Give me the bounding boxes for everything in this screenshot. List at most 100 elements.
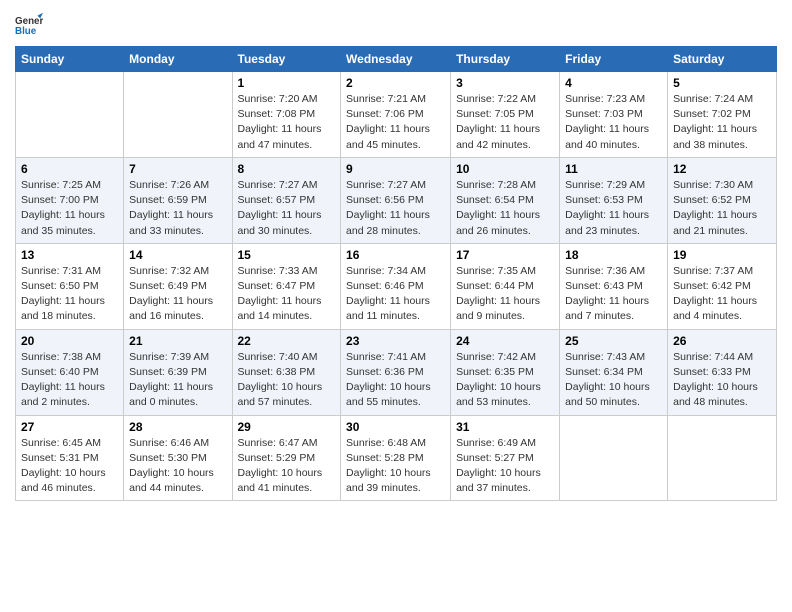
day-info: Sunrise: 7:39 AMSunset: 6:39 PMDaylight:… [129, 350, 226, 411]
calendar-cell: 6 Sunrise: 7:25 AMSunset: 7:00 PMDaylight… [16, 157, 124, 243]
week-row-2: 6 Sunrise: 7:25 AMSunset: 7:00 PMDaylight… [16, 157, 777, 243]
day-number: 23 [346, 334, 445, 348]
day-info: Sunrise: 7:41 AMSunset: 6:36 PMDaylight:… [346, 350, 445, 411]
day-info: Sunrise: 7:30 AMSunset: 6:52 PMDaylight:… [673, 178, 771, 239]
calendar-cell: 8Sunrise: 7:27 AMSunset: 6:57 PMDaylight… [232, 157, 341, 243]
day-info: Sunrise: 7:44 AMSunset: 6:33 PMDaylight:… [673, 350, 771, 411]
day-number: 9 [346, 162, 445, 176]
calendar-cell: 7Sunrise: 7:26 AMSunset: 6:59 PMDaylight… [124, 157, 232, 243]
day-number: 13 [21, 248, 118, 262]
day-number: 16 [346, 248, 445, 262]
day-info: Sunrise: 7:32 AMSunset: 6:49 PMDaylight:… [129, 264, 226, 325]
day-number: 11 [565, 162, 662, 176]
week-row-1: 1 Sunrise: 7:20 AMSunset: 7:08 PMDaylight… [16, 72, 777, 158]
calendar-cell: 16 Sunrise: 7:34 AMSunset: 6:46 PMDayligh… [341, 243, 451, 329]
day-number: 21 [129, 334, 226, 348]
day-number: 30 [346, 420, 445, 434]
day-number: 22 [238, 334, 336, 348]
day-info: Sunrise: 6:49 AMSunset: 5:27 PMDaylight:… [456, 436, 554, 497]
day-number: 10 [456, 162, 554, 176]
day-number: 12 [673, 162, 771, 176]
calendar-cell: 15Sunrise: 7:33 AMSunset: 6:47 PMDayligh… [232, 243, 341, 329]
header-cell-wednesday: Wednesday [341, 47, 451, 72]
day-info: Sunrise: 7:38 AMSunset: 6:40 PMDaylight:… [21, 350, 118, 411]
calendar-cell: 29 Sunrise: 6:47 AMSunset: 5:29 PMDayligh… [232, 415, 341, 501]
day-number: 18 [565, 248, 662, 262]
calendar-cell: 3 Sunrise: 7:22 AMSunset: 7:05 PMDaylight… [451, 72, 560, 158]
day-number: 29 [238, 420, 336, 434]
day-info: Sunrise: 7:25 AMSunset: 7:00 PMDaylight:… [21, 178, 118, 239]
header: General Blue [15, 10, 777, 38]
week-row-5: 27Sunrise: 6:45 AMSunset: 5:31 PMDayligh… [16, 415, 777, 501]
day-info: Sunrise: 7:21 AMSunset: 7:06 PMDaylight:… [346, 92, 445, 153]
day-number: 26 [673, 334, 771, 348]
day-info: Sunrise: 7:29 AMSunset: 6:53 PMDaylight:… [565, 178, 662, 239]
header-cell-tuesday: Tuesday [232, 47, 341, 72]
calendar-cell: 11 Sunrise: 7:29 AMSunset: 6:53 PMDayligh… [560, 157, 668, 243]
day-info: Sunrise: 6:47 AMSunset: 5:29 PMDaylight:… [238, 436, 336, 497]
header-cell-friday: Friday [560, 47, 668, 72]
logo-icon: General Blue [15, 10, 43, 38]
calendar-cell: 2 Sunrise: 7:21 AMSunset: 7:06 PMDaylight… [341, 72, 451, 158]
day-info: Sunrise: 7:20 AMSunset: 7:08 PMDaylight:… [238, 92, 336, 153]
calendar-cell: 1 Sunrise: 7:20 AMSunset: 7:08 PMDaylight… [232, 72, 341, 158]
calendar-cell: 18 Sunrise: 7:36 AMSunset: 6:43 PMDayligh… [560, 243, 668, 329]
day-number: 28 [129, 420, 226, 434]
day-info: Sunrise: 7:28 AMSunset: 6:54 PMDaylight:… [456, 178, 554, 239]
calendar-cell: 14 Sunrise: 7:32 AMSunset: 6:49 PMDayligh… [124, 243, 232, 329]
day-info: Sunrise: 7:36 AMSunset: 6:43 PMDaylight:… [565, 264, 662, 325]
calendar-cell: 22 Sunrise: 7:40 AMSunset: 6:38 PMDayligh… [232, 329, 341, 415]
day-info: Sunrise: 7:23 AMSunset: 7:03 PMDaylight:… [565, 92, 662, 153]
calendar-cell: 23 Sunrise: 7:41 AMSunset: 6:36 PMDayligh… [341, 329, 451, 415]
calendar-cell: 26 Sunrise: 7:44 AMSunset: 6:33 PMDayligh… [668, 329, 777, 415]
day-number: 25 [565, 334, 662, 348]
calendar-cell: 9Sunrise: 7:27 AMSunset: 6:56 PMDaylight… [341, 157, 451, 243]
svg-text:Blue: Blue [15, 26, 37, 37]
calendar-cell: 19 Sunrise: 7:37 AMSunset: 6:42 PMDayligh… [668, 243, 777, 329]
day-number: 19 [673, 248, 771, 262]
day-info: Sunrise: 7:42 AMSunset: 6:35 PMDaylight:… [456, 350, 554, 411]
calendar-cell: 31Sunrise: 6:49 AMSunset: 5:27 PMDayligh… [451, 415, 560, 501]
calendar-cell: 20 Sunrise: 7:38 AMSunset: 6:40 PMDayligh… [16, 329, 124, 415]
day-number: 5 [673, 76, 771, 90]
day-number: 3 [456, 76, 554, 90]
day-number: 1 [238, 76, 336, 90]
day-info: Sunrise: 7:34 AMSunset: 6:46 PMDaylight:… [346, 264, 445, 325]
day-info: Sunrise: 7:24 AMSunset: 7:02 PMDaylight:… [673, 92, 771, 153]
day-number: 14 [129, 248, 226, 262]
calendar-cell: 12 Sunrise: 7:30 AMSunset: 6:52 PMDayligh… [668, 157, 777, 243]
calendar-cell: 5 Sunrise: 7:24 AMSunset: 7:02 PMDaylight… [668, 72, 777, 158]
calendar-cell: 27Sunrise: 6:45 AMSunset: 5:31 PMDayligh… [16, 415, 124, 501]
day-info: Sunrise: 7:37 AMSunset: 6:42 PMDaylight:… [673, 264, 771, 325]
header-cell-saturday: Saturday [668, 47, 777, 72]
calendar-header-row: SundayMondayTuesdayWednesdayThursdayFrid… [16, 47, 777, 72]
day-number: 6 [21, 162, 118, 176]
day-info: Sunrise: 6:45 AMSunset: 5:31 PMDaylight:… [21, 436, 118, 497]
calendar-body: 1 Sunrise: 7:20 AMSunset: 7:08 PMDaylight… [16, 72, 777, 501]
calendar-cell: 4Sunrise: 7:23 AMSunset: 7:03 PMDaylight… [560, 72, 668, 158]
calendar-cell: 25 Sunrise: 7:43 AMSunset: 6:34 PMDayligh… [560, 329, 668, 415]
day-info: Sunrise: 7:31 AMSunset: 6:50 PMDaylight:… [21, 264, 118, 325]
day-number: 20 [21, 334, 118, 348]
week-row-4: 20 Sunrise: 7:38 AMSunset: 6:40 PMDayligh… [16, 329, 777, 415]
logo: General Blue [15, 10, 47, 38]
calendar-cell: 10 Sunrise: 7:28 AMSunset: 6:54 PMDayligh… [451, 157, 560, 243]
page-container: General Blue SundayMondayTuesdayWednesda… [0, 0, 792, 516]
day-info: Sunrise: 7:43 AMSunset: 6:34 PMDaylight:… [565, 350, 662, 411]
header-cell-monday: Monday [124, 47, 232, 72]
calendar-cell [668, 415, 777, 501]
header-cell-sunday: Sunday [16, 47, 124, 72]
calendar-cell: 24 Sunrise: 7:42 AMSunset: 6:35 PMDayligh… [451, 329, 560, 415]
calendar-cell: 28 Sunrise: 6:46 AMSunset: 5:30 PMDayligh… [124, 415, 232, 501]
day-info: Sunrise: 7:22 AMSunset: 7:05 PMDaylight:… [456, 92, 554, 153]
day-info: Sunrise: 6:48 AMSunset: 5:28 PMDaylight:… [346, 436, 445, 497]
day-number: 2 [346, 76, 445, 90]
day-info: Sunrise: 7:26 AMSunset: 6:59 PMDaylight:… [129, 178, 226, 239]
day-number: 24 [456, 334, 554, 348]
day-info: Sunrise: 6:46 AMSunset: 5:30 PMDaylight:… [129, 436, 226, 497]
day-info: Sunrise: 7:33 AMSunset: 6:47 PMDaylight:… [238, 264, 336, 325]
day-info: Sunrise: 7:40 AMSunset: 6:38 PMDaylight:… [238, 350, 336, 411]
calendar-cell: 17Sunrise: 7:35 AMSunset: 6:44 PMDayligh… [451, 243, 560, 329]
calendar-cell [124, 72, 232, 158]
day-info: Sunrise: 7:27 AMSunset: 6:57 PMDaylight:… [238, 178, 336, 239]
